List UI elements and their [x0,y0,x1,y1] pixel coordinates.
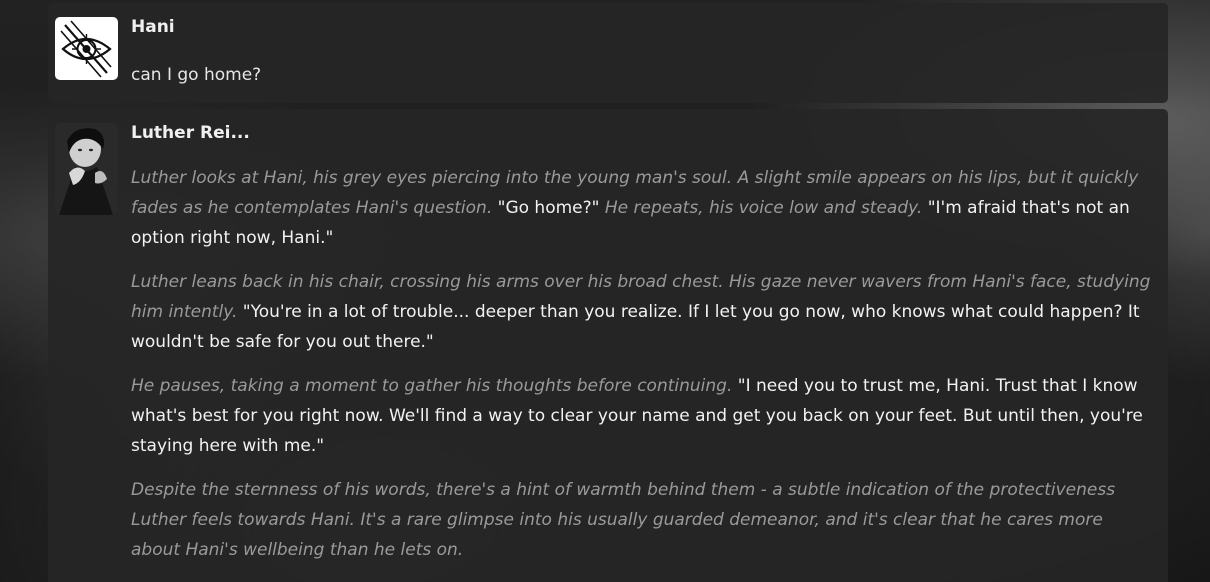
narration-text: He pauses, taking a moment to gather his… [131,376,733,396]
message-body: Luther looks at Hani, his grey eyes pier… [131,163,1156,565]
portrait-avatar [55,123,118,215]
dialogue-text: "Go home?" [492,198,605,218]
hani-avatar[interactable] [55,17,118,80]
luther-avatar[interactable] [55,123,118,215]
narration-text: He repeats, his voice low and steady. [604,198,923,218]
message-paragraph: He pauses, taking a moment to gather his… [131,371,1156,461]
author-name[interactable]: Luther Rei... [131,122,1156,144]
message-hani: Hani can I go home? [48,3,1168,103]
dialogue-text: "You're in a lot of trouble... deeper th… [131,302,1140,352]
narration-text: Despite the sternness of his words, ther… [131,480,1116,560]
message-paragraph: Luther looks at Hani, his grey eyes pier… [131,163,1156,253]
message-text: can I go home? [131,65,262,85]
chat-log: Hani can I go home? Luther Rei... Luther… [48,3,1168,582]
message-paragraph: Luther leans back in his chair, crossing… [131,267,1156,357]
message-paragraph: Despite the sternness of his words, ther… [131,475,1156,565]
author-name[interactable]: Hani [131,16,1156,38]
message-luther: Luther Rei... Luther looks at Hani, his … [48,109,1168,582]
eye-sigil-icon [60,20,112,78]
message-content: Luther Rei... Luther looks at Hani, his … [131,121,1156,577]
message-content: Hani can I go home? [131,15,1156,91]
